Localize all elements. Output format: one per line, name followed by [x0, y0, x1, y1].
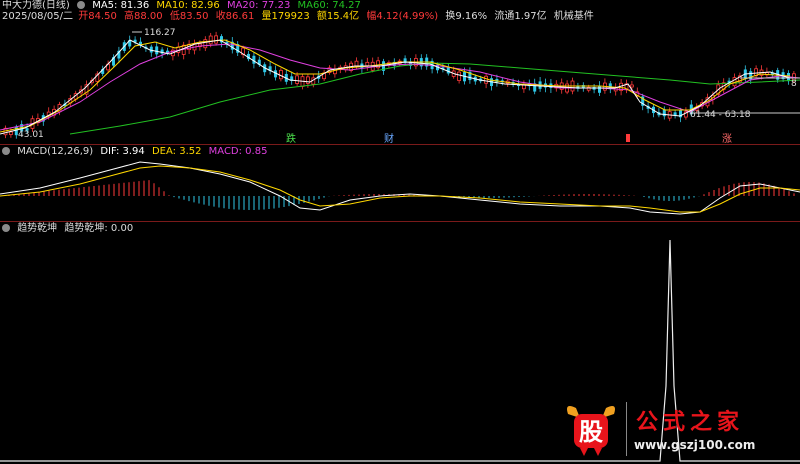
stock-title[interactable]: 中大力德(日线)	[2, 0, 70, 11]
candle-body	[278, 69, 283, 80]
range-label: 61.44 - 63.18	[690, 110, 751, 120]
macd-title[interactable]: MACD(12,26,9)	[17, 146, 93, 157]
indicator2-settings-icon[interactable]	[2, 224, 10, 232]
candle-body	[598, 85, 601, 93]
candle-body	[203, 39, 208, 49]
dif-line	[0, 161, 800, 215]
dea-label: DEA: 3.52	[151, 146, 202, 157]
bull-logo-icon: 股	[567, 406, 615, 456]
candle-body	[8, 131, 13, 135]
watermark-url[interactable]: www.gszj100.com	[634, 438, 755, 452]
dif-label: DIF: 3.94	[100, 146, 145, 157]
candle-body	[484, 75, 489, 84]
high-label: 高88.00	[124, 11, 163, 22]
indicator-title[interactable]: 趋势乾坤	[17, 223, 57, 234]
divider-2	[0, 221, 800, 222]
candle-body	[673, 112, 677, 116]
low-price-label: 43.01	[18, 130, 44, 140]
dea-line	[0, 165, 800, 213]
low-label: 低83.50	[169, 11, 209, 22]
amount-label: 额15.4亿	[316, 11, 360, 22]
watermark-title: 公式之家	[636, 409, 745, 435]
sector-label: 机械基件	[553, 11, 594, 22]
logo-char: 股	[579, 418, 603, 446]
watermark-divider	[626, 402, 627, 456]
candle-body	[365, 61, 370, 67]
indicator-header: 趋势乾坤 趋势乾坤: 0.00	[2, 223, 137, 235]
candle-body	[295, 75, 300, 84]
ma20-label: MA20: 77.23	[226, 0, 291, 11]
close-label: 收86.61	[215, 11, 255, 22]
indicator-settings-icon[interactable]	[77, 1, 85, 9]
macd-value-label: MACD: 0.85	[208, 146, 268, 157]
volume-label: 量179923	[261, 11, 310, 22]
candle-body	[214, 35, 219, 44]
divider-1	[0, 144, 800, 145]
macd-settings-icon[interactable]	[2, 147, 10, 155]
price-chart[interactable]: 116.27 43.01 61.44 - 63.18 8 跌 财 涨	[0, 22, 800, 144]
event-marker-4: 涨	[722, 133, 732, 144]
event-marker-3	[626, 134, 630, 142]
change-label: 幅4.12(4.99%)	[366, 11, 439, 22]
right-edge-label: 8	[791, 79, 797, 89]
macd-header: MACD(12,26,9) DIF: 3.94 DEA: 3.52 MACD: …	[2, 146, 271, 158]
turnover-label: 换9.16%	[445, 11, 488, 22]
watermark: 股 公式之家 www.gszj100.com	[546, 398, 796, 462]
open-label: 开84.50	[78, 11, 117, 22]
event-marker-1: 跌	[286, 132, 296, 144]
candle-body	[630, 84, 634, 88]
ma60-line	[69, 62, 800, 135]
ma10-label: MA10: 82.96	[156, 0, 220, 11]
ma5-label: MA5: 81.36	[92, 0, 150, 11]
high-price-label: 116.27	[144, 28, 176, 38]
candle-body	[305, 76, 310, 84]
macd-chart[interactable]	[0, 158, 800, 220]
event-marker-2: 财	[384, 132, 394, 144]
candle-body	[208, 35, 213, 45]
float-label: 流通1.97亿	[494, 11, 547, 22]
ma60-label: MA60: 74.27	[297, 0, 361, 11]
date-label: 2025/08/05/二	[2, 11, 74, 22]
candle-body	[155, 46, 159, 55]
candle-body	[457, 71, 462, 81]
indicator-value: 趋势乾坤: 0.00	[64, 223, 134, 234]
